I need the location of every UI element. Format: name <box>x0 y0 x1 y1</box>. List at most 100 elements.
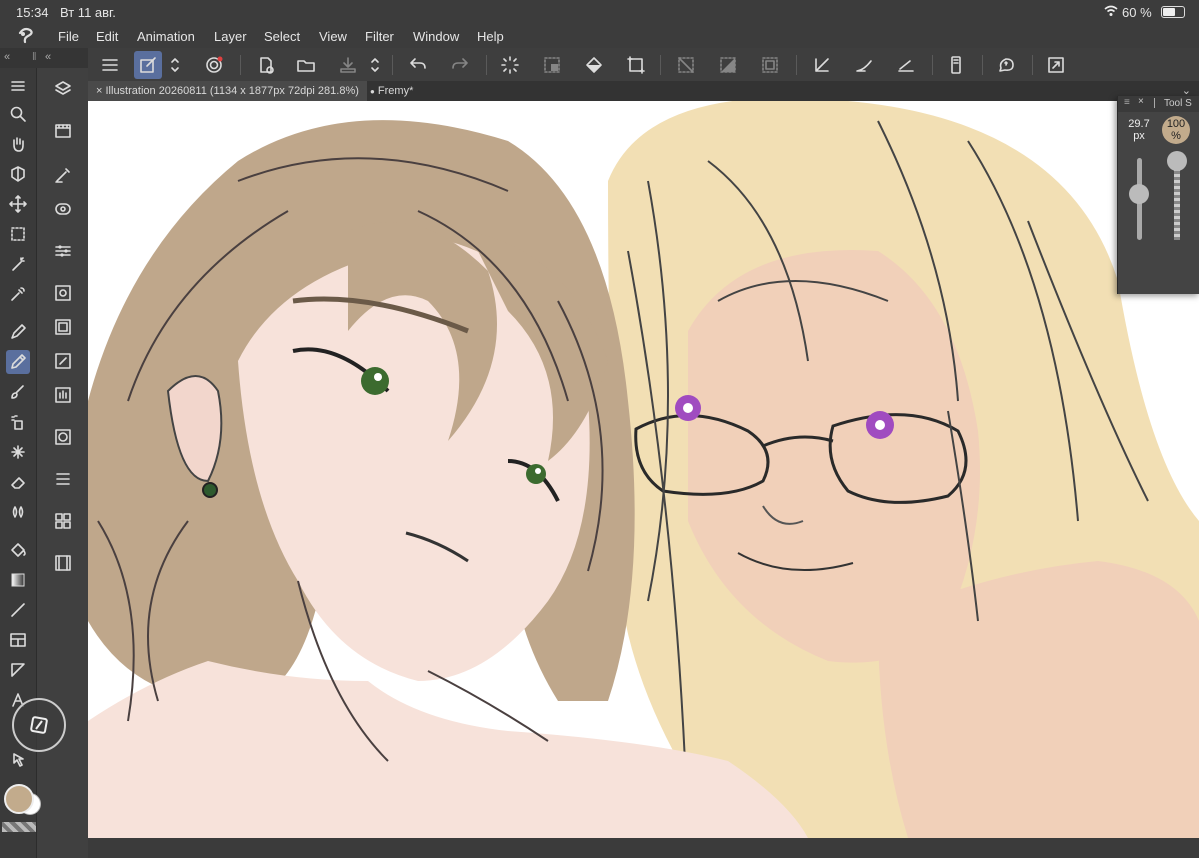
brush-size-value: 29.7 <box>1128 118 1150 130</box>
tab-fremy[interactable]: ● Fremy* <box>362 81 421 101</box>
menu-hamburger-icon[interactable] <box>96 51 124 79</box>
navigator-icon[interactable] <box>50 196 76 222</box>
open-folder-icon[interactable] <box>292 51 320 79</box>
material-pose-icon[interactable] <box>50 348 76 374</box>
menu-bar: File Edit Animation Layer Select View Fi… <box>0 24 1199 48</box>
menu-filter[interactable]: Filter <box>365 29 394 44</box>
brush-size-unit: px <box>1133 130 1145 142</box>
layer-property-icon[interactable] <box>50 466 76 492</box>
opacity-unit: % <box>1171 130 1181 142</box>
status-time: 15:34 <box>16 5 49 20</box>
menu-window[interactable]: Window <box>413 29 459 44</box>
battery-percent: 60 % <box>1122 5 1152 20</box>
help-bubble-icon[interactable] <box>992 51 1020 79</box>
tab-illustration[interactable]: × Illustration 20260811 (1134 x 1877px 7… <box>88 81 367 101</box>
clear-layer-icon[interactable] <box>538 51 566 79</box>
tab-label: Illustration 20260811 (1134 x 1877px 72d… <box>105 85 359 97</box>
eraser-tool-icon[interactable] <box>6 470 30 494</box>
animation-timeline-icon[interactable] <box>50 118 76 144</box>
spiral-record-icon[interactable] <box>200 51 228 79</box>
menu-layer[interactable]: Layer <box>214 29 247 44</box>
modifier-key-button[interactable] <box>12 698 66 752</box>
close-icon[interactable]: × <box>1138 96 1144 107</box>
document-tabs: × Illustration 20260811 (1134 x 1877px 7… <box>88 81 1199 101</box>
figure-tool-icon[interactable] <box>6 598 30 622</box>
updown-arrows-icon[interactable] <box>168 51 182 79</box>
edit-mode-icon[interactable] <box>134 51 162 79</box>
collapse-subtool-icon[interactable]: « <box>45 51 51 63</box>
menu-file[interactable]: File <box>58 29 79 44</box>
hand-tool-icon[interactable] <box>6 132 30 156</box>
grid-snap-icon[interactable] <box>892 51 920 79</box>
palette-header: « ‖ « <box>0 48 88 68</box>
transparent-color-swatch[interactable] <box>2 822 36 832</box>
app-logo-icon[interactable] <box>16 27 36 48</box>
menu-select[interactable]: Select <box>264 29 300 44</box>
grip-icon[interactable]: ‖ <box>32 51 37 63</box>
menu-edit[interactable]: Edit <box>96 29 118 44</box>
main-color-swatch[interactable] <box>4 784 34 814</box>
move-layer-icon[interactable] <box>6 192 30 216</box>
drag-handle-icon[interactable]: ≡ <box>1124 97 1130 108</box>
pen-tool-icon[interactable] <box>6 320 30 344</box>
tool-size-panel: ≡ × Tool S 29.7 px 100 % <box>1117 96 1199 294</box>
menu-lines-icon[interactable] <box>6 74 30 98</box>
loading-spinner-icon[interactable] <box>496 51 524 79</box>
blend-tool-icon[interactable] <box>6 500 30 524</box>
tool-property-icon[interactable] <box>50 238 76 264</box>
color-circle-icon[interactable] <box>50 424 76 450</box>
material-monochrome-icon[interactable] <box>50 314 76 340</box>
ruler-tool-icon[interactable] <box>6 658 30 682</box>
brush-tool-icon[interactable] <box>6 380 30 404</box>
new-file-icon[interactable] <box>252 51 280 79</box>
undo-icon[interactable] <box>404 51 432 79</box>
material-image-icon[interactable] <box>50 280 76 306</box>
correct-line-tool-icon[interactable] <box>6 748 30 772</box>
layers-icon[interactable] <box>50 76 76 102</box>
invert-selection-icon[interactable] <box>714 51 742 79</box>
transform-icon[interactable] <box>622 51 650 79</box>
opacity-readout: 100 % <box>1162 116 1190 144</box>
redo-icon[interactable] <box>446 51 474 79</box>
pencil-tool-icon[interactable] <box>6 350 30 374</box>
frame-border-tool-icon[interactable] <box>6 628 30 652</box>
collapse-left-icon[interactable]: « <box>4 51 10 63</box>
drawing-canvas[interactable] <box>88 101 1199 838</box>
fill-bucket-icon[interactable] <box>580 51 608 79</box>
selection-tool-icon[interactable] <box>6 222 30 246</box>
special-ruler-snap-icon[interactable] <box>850 51 878 79</box>
wifi-icon <box>1104 5 1118 20</box>
tab-close-icon[interactable]: × <box>96 85 102 97</box>
tab-label: Fremy* <box>377 85 414 97</box>
deselect-icon[interactable] <box>672 51 700 79</box>
menu-view[interactable]: View <box>319 29 347 44</box>
airbrush-tool-icon[interactable] <box>6 410 30 434</box>
menu-animation[interactable]: Animation <box>137 29 195 44</box>
brush-size-slider-thumb[interactable] <box>1129 184 1149 204</box>
fill-tool-icon[interactable] <box>6 538 30 562</box>
color-set-icon[interactable] <box>50 508 76 534</box>
panel-header: ≡ × Tool S <box>1118 96 1199 112</box>
operation-tool-icon[interactable] <box>6 162 30 186</box>
opacity-value: 100 <box>1166 118 1186 130</box>
save-icon[interactable] <box>334 51 362 79</box>
gradient-tool-icon[interactable] <box>6 568 30 592</box>
ruler-snap-icon[interactable] <box>808 51 836 79</box>
opacity-slider-thumb[interactable] <box>1167 151 1187 171</box>
filmstrip-icon[interactable] <box>50 550 76 576</box>
minimize-icon[interactable] <box>1154 98 1155 108</box>
menu-help[interactable]: Help <box>477 29 504 44</box>
save-options-arrows-icon[interactable] <box>368 51 382 79</box>
fullscreen-icon[interactable] <box>1042 51 1070 79</box>
decoration-tool-icon[interactable] <box>6 440 30 464</box>
material-hand-icon[interactable] <box>50 382 76 408</box>
artwork-image <box>88 101 1199 838</box>
command-bar <box>88 48 1199 82</box>
auto-select-wand-icon[interactable] <box>6 252 30 276</box>
smartphone-sync-icon[interactable] <box>942 51 970 79</box>
eyedropper-icon[interactable] <box>6 282 30 306</box>
brush-size-subtool-icon[interactable] <box>50 162 76 188</box>
expand-selection-icon[interactable] <box>756 51 784 79</box>
brush-size-readout: 29.7 px <box>1124 118 1154 144</box>
zoom-tool-icon[interactable] <box>6 102 30 126</box>
